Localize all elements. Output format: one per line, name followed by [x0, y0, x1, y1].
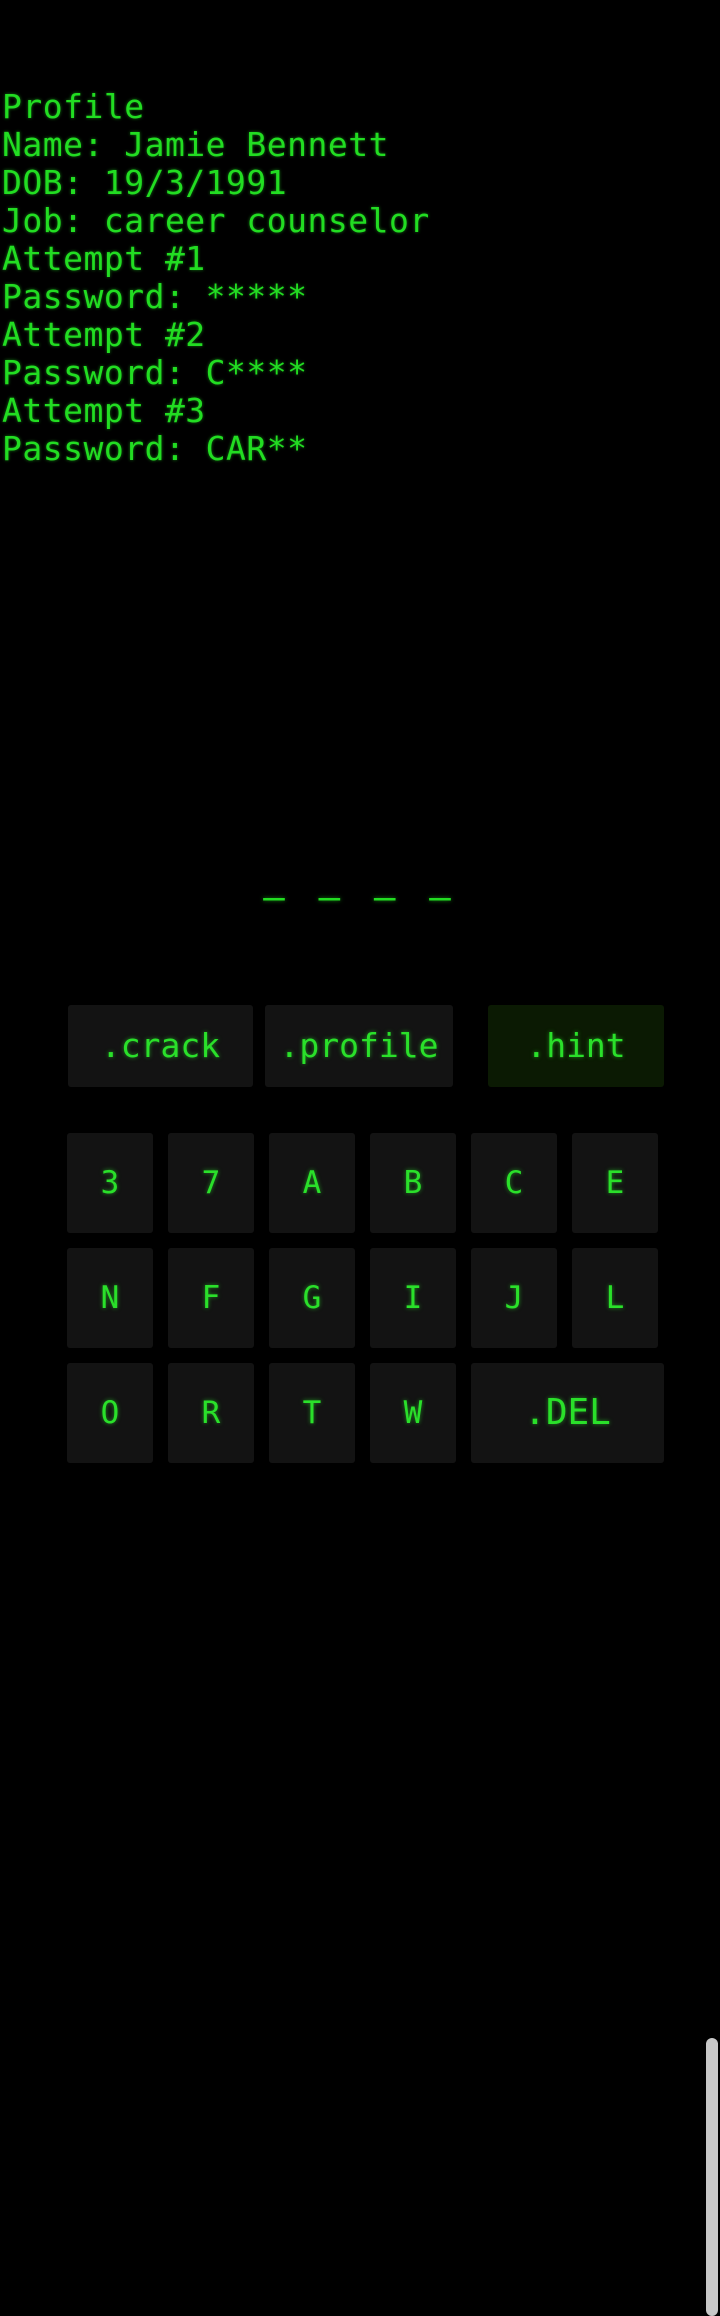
console-line-job: Job: career counselor: [2, 201, 430, 240]
console-line-dob: DOB: 19/3/1991: [2, 163, 288, 202]
key-e[interactable]: E: [572, 1133, 658, 1233]
console-line-name: Name: Jamie Bennett: [2, 125, 389, 164]
key-7[interactable]: 7: [168, 1133, 254, 1233]
console-line-attempt-3: Attempt #3: [2, 391, 206, 430]
password-slot-dashes: — — — —: [263, 877, 457, 918]
keypad-row-2: N F G I J L: [67, 1248, 664, 1348]
console-line-password-3: Password: CAR**: [2, 429, 308, 468]
key-l[interactable]: L: [572, 1248, 658, 1348]
delete-key[interactable]: .DEL: [471, 1363, 664, 1463]
keypad-row-1: 3 7 A B C E: [67, 1133, 664, 1233]
key-f[interactable]: F: [168, 1248, 254, 1348]
key-i[interactable]: I: [370, 1248, 456, 1348]
key-c[interactable]: C: [471, 1133, 557, 1233]
scrollbar-thumb[interactable]: [706, 2038, 718, 2316]
console-line-password-2: Password: C****: [2, 353, 308, 392]
key-r[interactable]: R: [168, 1363, 254, 1463]
key-j[interactable]: J: [471, 1248, 557, 1348]
key-3[interactable]: 3: [67, 1133, 153, 1233]
key-g[interactable]: G: [269, 1248, 355, 1348]
console-line-attempt-2: Attempt #2: [2, 315, 206, 354]
key-w[interactable]: W: [370, 1363, 456, 1463]
key-a[interactable]: A: [269, 1133, 355, 1233]
scrollbar-track[interactable]: [706, 1000, 720, 2316]
character-keypad: 3 7 A B C E N F G I J L O R T W .DEL: [67, 1133, 664, 1478]
key-t[interactable]: T: [269, 1363, 355, 1463]
hint-command-button[interactable]: .hint: [488, 1005, 664, 1087]
crack-command-button[interactable]: .crack: [68, 1005, 253, 1087]
profile-command-button[interactable]: .profile: [265, 1005, 453, 1087]
console-line-password-1: Password: *****: [2, 277, 308, 316]
command-button-row: .crack .profile .hint: [68, 1005, 664, 1087]
key-b[interactable]: B: [370, 1133, 456, 1233]
password-slot-indicator: — — — —: [0, 876, 720, 920]
console-line-attempt-1: Attempt #1: [2, 239, 206, 278]
console-line-profile-header: Profile: [2, 87, 145, 126]
key-n[interactable]: N: [67, 1248, 153, 1348]
keypad-row-3: O R T W .DEL: [67, 1363, 664, 1463]
key-o[interactable]: O: [67, 1363, 153, 1463]
terminal-console-output: Profile Name: Jamie Bennett DOB: 19/3/19…: [0, 88, 720, 468]
